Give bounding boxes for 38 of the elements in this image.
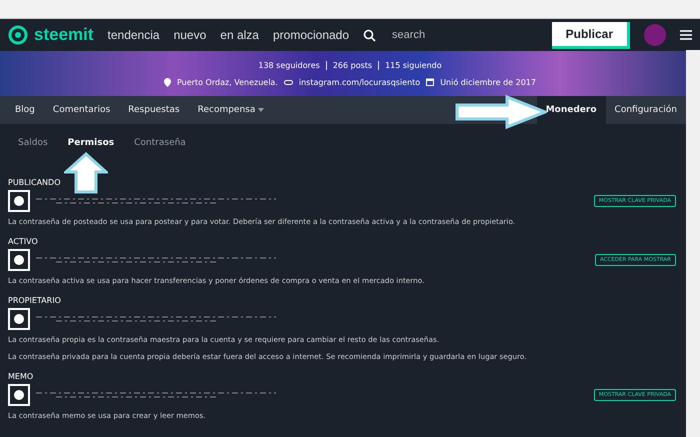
profile-tab[interactable]: Configuración: [606, 96, 686, 124]
location-text: Puerto Ordaz, Venezuela.: [177, 78, 278, 86]
profile-stat[interactable]: 138 seguidores: [258, 60, 320, 70]
profile-stat[interactable]: 266 posts: [332, 60, 372, 70]
profile-tab[interactable]: Respuestas: [119, 96, 189, 124]
website-link[interactable]: instagram.com/locurasqsiento: [298, 78, 420, 86]
qr-code-icon: [8, 384, 30, 406]
menu-icon[interactable]: [680, 30, 692, 40]
search-field[interactable]: search: [390, 28, 474, 42]
key-label: PROPIETARIO: [8, 296, 62, 305]
joined-text: Unió diciembre de 2017: [440, 78, 536, 86]
nav-link[interactable]: tendencia: [108, 28, 160, 42]
key-label: ACTIVO: [8, 237, 39, 246]
key-label: MEMO: [8, 372, 34, 381]
profile-tab[interactable]: Monedero: [536, 96, 606, 124]
logo-icon: [8, 25, 28, 45]
key-label: PUBLICANDO: [8, 178, 62, 187]
qr-code-icon: [8, 249, 30, 271]
qr-code-icon: [8, 308, 30, 330]
brand-name[interactable]: steemit: [34, 25, 94, 45]
nav-link[interactable]: promocionado: [272, 28, 350, 42]
nav-link[interactable]: en alza: [220, 28, 259, 42]
nav-link[interactable]: nuevo: [174, 28, 206, 42]
location-pin-icon: [164, 78, 171, 86]
arrow-drawing: [64, 152, 108, 194]
profile-stat[interactable]: 115 siguiendo: [385, 60, 442, 70]
search-icon[interactable]: [363, 28, 376, 42]
profile-tab[interactable]: Recompensa: [188, 96, 274, 124]
caret-icon: [258, 108, 264, 112]
wallet-tab[interactable]: Saldos: [8, 136, 58, 150]
profile-tab[interactable]: Blog: [6, 96, 44, 124]
link-icon: [284, 80, 293, 84]
wallet-tab[interactable]: Contraseña: [124, 136, 196, 150]
qr-code-icon: [8, 190, 30, 212]
calendar-icon: [426, 78, 434, 86]
wallet-tab[interactable]: Permisos: [58, 136, 124, 150]
publish-button[interactable]: Publicar: [552, 22, 630, 48]
profile-tab[interactable]: Comentarios: [44, 96, 120, 124]
